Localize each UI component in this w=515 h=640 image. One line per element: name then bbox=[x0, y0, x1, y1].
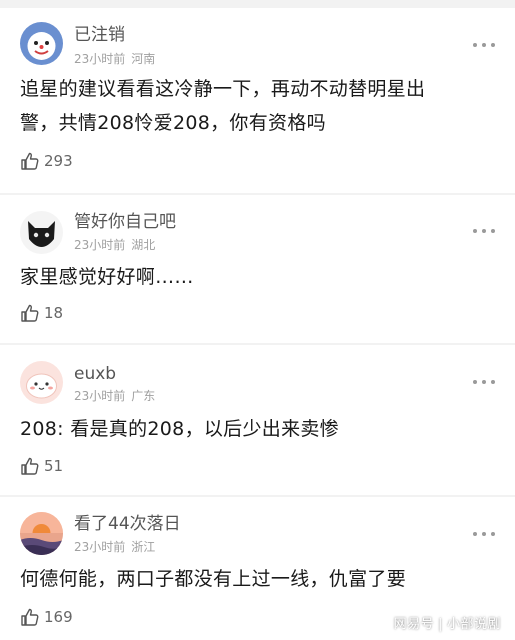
comment-location: 湖北 bbox=[131, 238, 156, 252]
more-options-icon[interactable] bbox=[473, 377, 495, 387]
pink-blob-avatar-icon[interactable] bbox=[20, 361, 63, 404]
comment-time: 23小时前 bbox=[74, 540, 126, 554]
more-options-icon[interactable] bbox=[473, 529, 495, 539]
watermark: 网易号 | 小部说剧 bbox=[394, 613, 501, 632]
like-count: 51 bbox=[44, 457, 64, 475]
comment-card: 已注销 23小时前 河南 追星的建议看看这冷静一下，再动不动替明星出 警，共情20… bbox=[0, 8, 515, 193]
like-button[interactable]: 51 bbox=[20, 455, 63, 477]
black-cat-avatar-icon[interactable] bbox=[20, 211, 63, 254]
comment-time: 23小时前 bbox=[74, 52, 126, 66]
comment-username[interactable]: 看了44次落日 bbox=[74, 514, 181, 534]
like-count: 18 bbox=[44, 304, 64, 322]
comment-card: euxb 23小时前 广东 208: 看是真的208，以后少出来卖惨 51 bbox=[0, 345, 515, 495]
comment-text-line: 警，共情208怜爱208，你有资格吗 bbox=[20, 112, 326, 134]
comment-text: 208: 看是真的208，以后少出来卖惨 bbox=[20, 412, 490, 446]
comment-text-line: 何德何能，两口子都没有上过一线，仇富了要 bbox=[20, 568, 407, 590]
like-button[interactable]: 18 bbox=[20, 302, 63, 324]
comment-time: 23小时前 bbox=[74, 389, 126, 403]
like-count: 169 bbox=[44, 608, 73, 626]
comment-text: 何德何能，两口子都没有上过一线，仇富了要 bbox=[20, 562, 490, 596]
comment-username[interactable]: 已注销 bbox=[74, 25, 125, 45]
thumbs-up-icon bbox=[21, 304, 39, 322]
watermark-author: 小部说剧 bbox=[446, 617, 501, 632]
thumbs-up-icon bbox=[21, 152, 39, 170]
comment-meta: 23小时前 湖北 bbox=[74, 238, 155, 252]
comment-text-line: 208: 看是真的208，以后少出来卖惨 bbox=[20, 418, 339, 440]
blue-cartoon-avatar-icon[interactable] bbox=[20, 22, 63, 65]
thumbs-up-icon bbox=[21, 608, 39, 626]
comment-username[interactable]: euxb bbox=[74, 364, 116, 384]
more-options-icon[interactable] bbox=[473, 226, 495, 236]
like-button[interactable]: 293 bbox=[20, 150, 73, 172]
comment-text-line: 追星的建议看看这冷静一下，再动不动替明星出 bbox=[20, 78, 426, 100]
comment-location: 河南 bbox=[131, 52, 156, 66]
comment-card: 管好你自己吧 23小时前 湖北 家里感觉好好啊…… 18 bbox=[0, 195, 515, 343]
watermark-brand: 网易号 bbox=[393, 617, 435, 632]
comment-username[interactable]: 管好你自己吧 bbox=[74, 212, 176, 232]
like-button[interactable]: 169 bbox=[20, 606, 73, 628]
comment-text: 追星的建议看看这冷静一下，再动不动替明星出 警，共情208怜爱208，你有资格吗 bbox=[20, 72, 490, 140]
comment-location: 浙江 bbox=[131, 540, 156, 554]
comment-text-line: 家里感觉好好啊…… bbox=[20, 266, 194, 288]
sunset-avatar-icon[interactable] bbox=[20, 512, 63, 555]
comment-feed: 已注销 23小时前 河南 追星的建议看看这冷静一下，再动不动替明星出 警，共情20… bbox=[0, 0, 515, 640]
like-count: 293 bbox=[44, 152, 73, 170]
comment-location: 广东 bbox=[131, 389, 156, 403]
comment-time: 23小时前 bbox=[74, 238, 126, 252]
watermark-separator: | bbox=[438, 617, 443, 632]
more-options-icon[interactable] bbox=[473, 40, 495, 50]
comment-text: 家里感觉好好啊…… bbox=[20, 260, 490, 294]
thumbs-up-icon bbox=[21, 457, 39, 475]
comment-meta: 23小时前 浙江 bbox=[74, 540, 155, 554]
comment-meta: 23小时前 广东 bbox=[74, 389, 155, 403]
comment-meta: 23小时前 河南 bbox=[74, 52, 155, 66]
